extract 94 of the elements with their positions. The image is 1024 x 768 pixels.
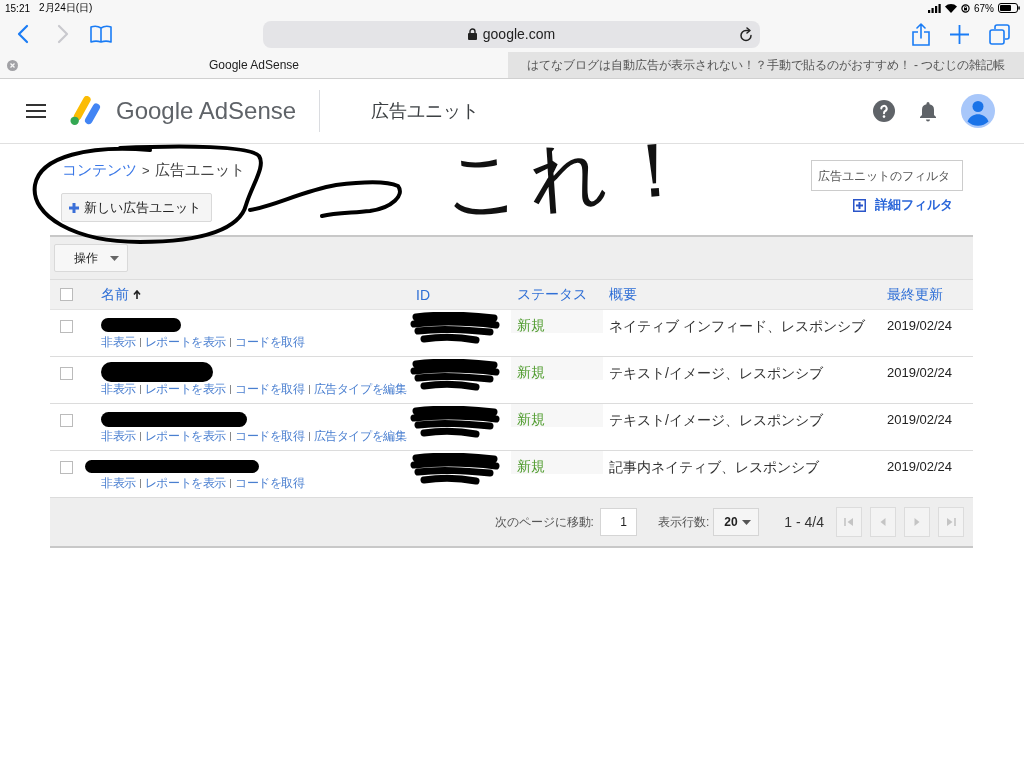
goto-page-label: 次のページに移動: (494, 513, 594, 531)
column-header[interactable]: 最終更新 (881, 285, 973, 304)
rows-per-page-select[interactable]: 20 (713, 508, 760, 536)
sort-arrow-icon (133, 290, 141, 299)
tabs-icon (989, 23, 1010, 45)
page-range: 1 - 4/4 (784, 514, 824, 530)
row-checkbox[interactable] (60, 414, 73, 427)
row-checkbox[interactable] (60, 461, 73, 474)
wifi-icon (945, 3, 957, 13)
browser-tab[interactable]: はてなブログは自動広告が表示されない！？手動で貼るのがおすすめ！ - つむじの雑記帳 (508, 52, 1024, 78)
menu-button[interactable] (26, 104, 46, 118)
summary-text: テキスト/イメージ、レスポンシブ (608, 364, 824, 382)
page-input[interactable]: 1 (599, 508, 637, 536)
url-text: google.com (482, 26, 556, 42)
bookmarks-button[interactable] (90, 25, 112, 43)
column-header[interactable]: ステータス (511, 285, 603, 304)
row-action-link[interactable]: 非表示 (101, 429, 136, 444)
status-text: 新規 (511, 404, 603, 427)
share-button[interactable] (912, 22, 930, 46)
battery-percent: 67% (974, 2, 994, 14)
account-button[interactable] (961, 94, 995, 128)
rows-per-page-label: 表示行数: (657, 513, 710, 531)
updated-date: 2019/02/24 (886, 458, 954, 476)
skip-icon (946, 517, 956, 527)
column-header[interactable]: 概要 (603, 285, 881, 304)
breadcrumb-current: 広告ユニット (154, 160, 245, 180)
plus-square-icon (853, 198, 866, 212)
new-tab-button[interactable] (950, 24, 969, 44)
row-action-link[interactable]: 広告タイプを編集 (313, 429, 407, 444)
page-title: 広告ユニット (371, 100, 480, 123)
row-checkbox[interactable] (60, 367, 73, 380)
handwritten-note: これ！ (440, 121, 704, 231)
battery-icon (998, 3, 1020, 13)
avatar-icon (961, 94, 995, 128)
plus-icon (950, 24, 969, 44)
browser-tab[interactable]: Google AdSense (0, 52, 508, 78)
column-header[interactable]: ID (410, 286, 511, 303)
select-all-checkbox[interactable] (60, 288, 73, 301)
product-name: Google AdSense (116, 97, 297, 125)
row-action-link[interactable]: コードを取得 (235, 382, 305, 397)
chevron-right-icon (57, 24, 69, 44)
book-icon (90, 25, 112, 43)
share-icon (912, 22, 930, 46)
row-action-link[interactable]: 非表示 (101, 335, 136, 350)
new-ad-unit-button[interactable]: 新しい広告ユニット (61, 193, 212, 222)
caret-icon (110, 255, 119, 261)
filter-field[interactable]: 広告ユニットのフィルタ (811, 160, 963, 191)
status-text: 新規 (511, 451, 603, 474)
close-icon[interactable] (6, 59, 18, 71)
updated-date: 2019/02/24 (886, 317, 954, 335)
row-action-link[interactable]: レポートを表示 (144, 429, 226, 444)
row-action-link[interactable]: レポートを表示 (144, 335, 226, 350)
address-field[interactable]: google.com (263, 20, 760, 48)
back-button[interactable] (17, 24, 29, 44)
plus-icon (69, 202, 79, 213)
breadcrumb-separator: > (142, 162, 150, 180)
status-date: 2月24日(日) (39, 1, 93, 15)
chevron-left-icon (17, 24, 29, 44)
column-header[interactable]: 名前 (95, 285, 410, 304)
tabs-button[interactable] (989, 23, 1010, 45)
advanced-filter-link[interactable]: 詳細フィルタ (853, 196, 953, 214)
logo-icon (68, 96, 102, 126)
actions-dropdown[interactable]: 操作 (54, 244, 128, 272)
updated-date: 2019/02/24 (886, 411, 954, 429)
summary-text: テキスト/イメージ、レスポンシブ (608, 411, 824, 429)
status-text: 新規 (511, 357, 603, 380)
help-button[interactable] (873, 100, 895, 122)
summary-text: ネイティブ インフィード、レスポンシブ (608, 317, 866, 335)
status-text: 新規 (511, 310, 603, 333)
caret-icon (742, 519, 752, 525)
bell-icon (919, 100, 937, 122)
row-action-link[interactable]: レポートを表示 (144, 476, 226, 491)
triangle-icon (878, 517, 888, 527)
reload-icon[interactable] (739, 26, 753, 42)
lock-icon (467, 28, 477, 40)
triangle-icon (912, 517, 922, 527)
menu-icon (26, 104, 46, 118)
signal-icon (928, 3, 941, 13)
rotation-lock-icon (961, 3, 970, 13)
row-action-link[interactable]: レポートを表示 (144, 382, 226, 397)
updated-date: 2019/02/24 (886, 364, 954, 382)
row-action-link[interactable]: 広告タイプを編集 (313, 382, 407, 397)
row-action-link[interactable]: 非表示 (101, 476, 136, 491)
row-action-link[interactable]: コードを取得 (235, 476, 305, 491)
row-checkbox[interactable] (60, 320, 73, 333)
row-action-link[interactable]: コードを取得 (235, 335, 305, 350)
skip-icon (844, 517, 854, 527)
notifications-button[interactable] (919, 100, 937, 122)
row-action-link[interactable]: 非表示 (101, 382, 136, 397)
row-action-link[interactable]: コードを取得 (235, 429, 305, 444)
breadcrumb-link[interactable]: コンテンツ (62, 159, 137, 181)
summary-text: 記事内ネイティブ、レスポンシブ (608, 458, 820, 476)
help-icon (873, 100, 895, 122)
status-time: 15:21 (5, 2, 31, 14)
